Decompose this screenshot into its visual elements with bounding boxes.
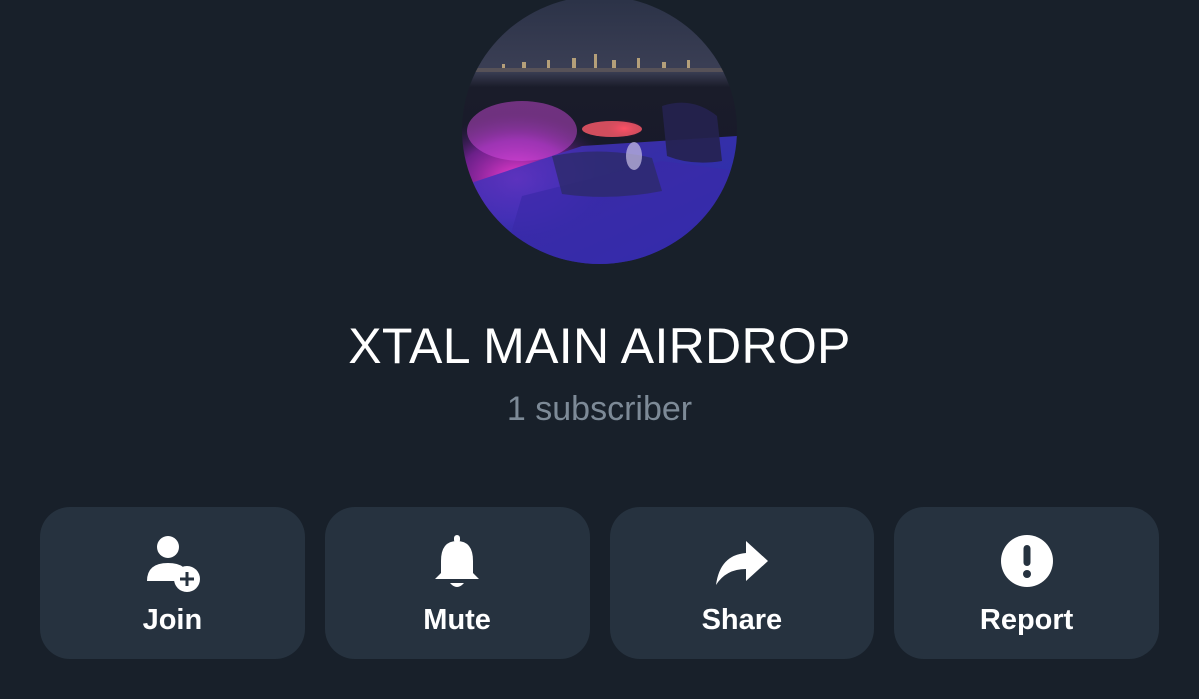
bell-icon (427, 533, 487, 593)
report-label: Report (979, 604, 1074, 636)
exclamation-circle-icon (997, 533, 1057, 593)
channel-profile: XTAL MAIN AIRDROP 1 subscriber Join Mute… (0, 0, 1199, 699)
join-button[interactable]: Join (40, 507, 305, 659)
action-bar: Join Mute Share Report (40, 507, 1159, 659)
share-label: Share (701, 604, 783, 636)
subscriber-count: 1 subscriber (506, 390, 693, 428)
mute-button[interactable]: Mute (324, 507, 590, 659)
channel-avatar (462, 0, 737, 264)
mute-label: Mute (423, 604, 491, 636)
share-button[interactable]: Share (609, 507, 875, 659)
channel-title: XTAL MAIN AIRDROP (348, 318, 851, 374)
person-add-icon (142, 533, 202, 593)
report-button[interactable]: Report (894, 507, 1159, 659)
channel-avatar-image (462, 0, 737, 264)
join-label: Join (142, 604, 203, 636)
share-arrow-icon (712, 533, 772, 593)
